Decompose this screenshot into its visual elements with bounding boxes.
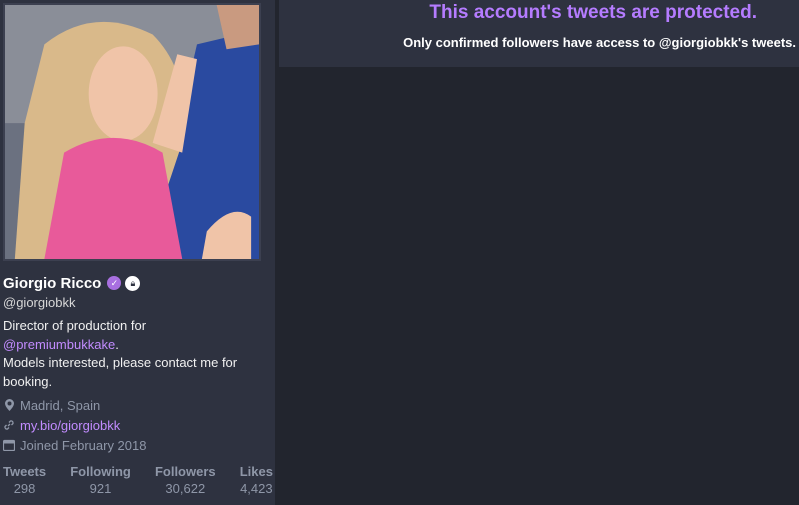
stat-value: 921: [89, 481, 112, 496]
profile-location: Madrid, Spain: [3, 395, 273, 415]
bio-mention-link[interactable]: @premiumbukkake: [3, 337, 115, 352]
link-icon: [3, 419, 15, 431]
location-pin-icon: [3, 399, 15, 411]
location-text: Madrid, Spain: [20, 397, 101, 413]
bio-text: Director of production for: [3, 318, 147, 333]
stat-tweets[interactable]: Tweets 298: [3, 464, 46, 496]
protected-title: This account's tweets are protected.: [429, 2, 757, 23]
stat-label: Tweets: [3, 464, 47, 479]
stat-followers[interactable]: Followers 30,622: [155, 464, 216, 496]
website-link[interactable]: my.bio/giorgiobkk: [20, 418, 120, 433]
protected-notice: This account's tweets are protected. Onl…: [279, 0, 799, 67]
bio-text-2: Models interested, please contact me for…: [3, 355, 238, 389]
stat-value: 298: [13, 481, 36, 496]
stat-following[interactable]: Following 921: [70, 464, 131, 496]
profile-stats: Tweets 298 Following 921 Followers 30,62…: [3, 464, 273, 496]
stat-label: Following: [70, 464, 131, 479]
stat-label: Followers: [154, 464, 216, 479]
lock-icon: 🔒︎: [125, 275, 141, 291]
verified-icon: ✓: [107, 276, 122, 290]
protected-subtitle: Only confirmed followers have access to …: [403, 35, 796, 50]
profile-website[interactable]: my.bio/giorgiobkk: [3, 415, 273, 435]
stat-value: 30,622: [165, 481, 206, 496]
profile-fullname[interactable]: Giorgio Ricco: [3, 275, 101, 292]
joined-text: Joined February 2018: [20, 437, 147, 453]
stat-label: Likes: [239, 464, 273, 479]
profile-avatar[interactable]: [3, 3, 261, 261]
stat-likes[interactable]: Likes 4,423: [240, 464, 273, 496]
profile-bio: Director of production for @premiumbukka…: [3, 317, 268, 391]
name-row: Giorgio Ricco ✓ 🔒︎: [3, 272, 141, 294]
profile-joined: Joined February 2018: [3, 435, 273, 455]
bio-punctuation: .: [115, 336, 119, 352]
profile-handle[interactable]: @giorgiobkk: [3, 295, 75, 310]
stat-value: 4,423: [240, 481, 273, 496]
calendar-icon: [3, 439, 15, 451]
profile-sidebar: Giorgio Ricco ✓ 🔒︎ @giorgiobkk Director …: [0, 0, 275, 505]
avatar-image: [5, 5, 259, 259]
